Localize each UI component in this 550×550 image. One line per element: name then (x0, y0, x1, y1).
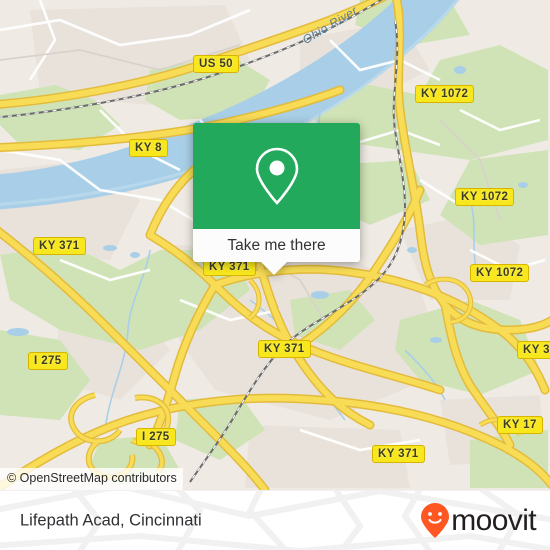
footer-bar: Lifepath Acad, Cincinnati moovit (0, 490, 550, 550)
road-shield: KY 371 (258, 340, 311, 358)
road-shield: KY 17 (497, 416, 543, 434)
road-shield: KY 1072 (470, 264, 530, 282)
place-title: Lifepath Acad, Cincinnati (20, 511, 202, 529)
map-attribution: © OpenStreetMap contributors (0, 468, 183, 490)
moovit-wordmark: moovit (451, 503, 536, 537)
road-shield: KY 371 (372, 445, 425, 463)
road-shield: I 275 (136, 428, 176, 446)
map-canvas[interactable]: Ohio River US 50 KY 1072 KY 8 KY 1072 KY… (0, 0, 550, 490)
take-me-there-label: Take me there (227, 236, 326, 254)
map-screen: Ohio River US 50 KY 1072 KY 8 KY 1072 KY… (0, 0, 550, 550)
road-shield: KY 371 (33, 237, 86, 255)
map-pin-icon (255, 147, 298, 205)
popup-icon-panel (193, 123, 360, 229)
road-shield: I 275 (28, 352, 68, 370)
location-popup[interactable]: Take me there (193, 123, 360, 275)
take-me-there-button[interactable]: Take me there (193, 229, 360, 262)
road-shield: KY 1072 (455, 188, 515, 206)
moovit-pin-icon (421, 502, 450, 538)
road-shield: KY 31 (517, 341, 550, 359)
road-shield: US 50 (193, 55, 239, 73)
moovit-logo[interactable]: moovit (420, 502, 537, 540)
popup-pointer (260, 261, 288, 275)
road-shield: KY 8 (129, 139, 168, 157)
road-shield: KY 1072 (415, 85, 475, 103)
